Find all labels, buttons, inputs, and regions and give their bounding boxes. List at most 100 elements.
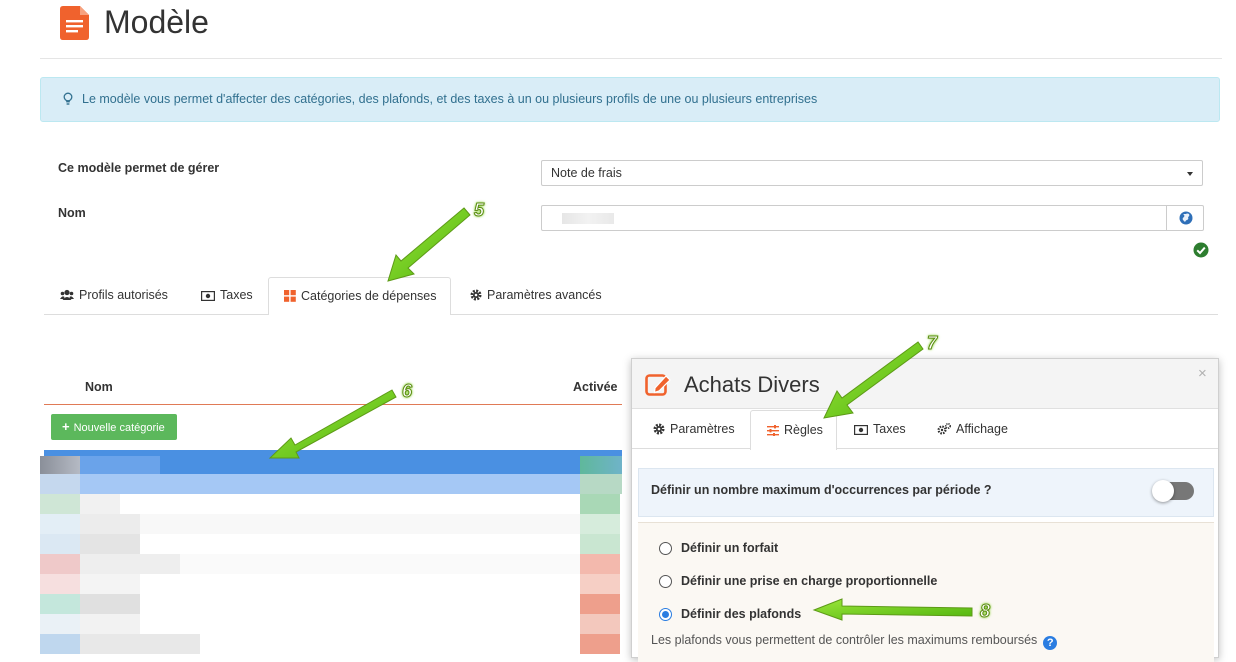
radio-proportionnelle[interactable]: Définir une prise en charge proportionne…: [659, 574, 937, 588]
radio-forfait[interactable]: Définir un forfait: [659, 541, 778, 555]
modal-tab-regles[interactable]: Règles: [750, 410, 837, 450]
annotation-marker-5: 5: [473, 200, 485, 221]
users-icon: [60, 289, 74, 300]
info-banner: Le modèle vous permet d'affecter des cat…: [40, 77, 1220, 122]
radio-label: Définir un forfait: [681, 541, 779, 555]
annotation-marker-7: 7: [926, 333, 938, 354]
modal-tab-taxes[interactable]: Taxes: [854, 422, 906, 436]
tab-label: Catégories de dépenses: [301, 289, 437, 303]
modal-tabs-divider: [632, 448, 1218, 449]
header-divider: [40, 58, 1222, 59]
blurred-cell: [40, 574, 80, 594]
blurred-cell: [80, 634, 200, 654]
check-circle-icon: [1193, 242, 1209, 258]
blurred-cell: [40, 494, 80, 514]
tab-label: Taxes: [220, 288, 253, 302]
category-modal: Achats Divers × Paramètres Règles Taxes …: [631, 358, 1219, 662]
gear-icon: [653, 423, 665, 435]
blurred-cell: [40, 456, 80, 474]
blurred-cell: [580, 554, 620, 574]
close-icon[interactable]: ×: [1198, 365, 1207, 382]
page-title: Modèle: [104, 4, 209, 40]
name-input[interactable]: [541, 205, 1167, 231]
radio-label: Définir une prise en charge proportionne…: [681, 574, 938, 588]
modal-tab-label: Affichage: [956, 422, 1008, 436]
blurred-cell: [40, 534, 80, 554]
blurred-cell: [40, 554, 80, 574]
occurrence-toggle[interactable]: [1152, 480, 1194, 502]
arrow-5: [387, 207, 471, 282]
tab-label: Paramètres avancés: [487, 288, 602, 302]
radio-label: Définir des plafonds: [681, 607, 802, 621]
blurred-cell: [80, 614, 140, 634]
sliders-icon: [767, 425, 779, 436]
blurred-cell: [40, 514, 80, 534]
caret-down-icon: [1187, 172, 1193, 176]
money-icon: [201, 291, 216, 302]
occurrence-label: Définir un nombre maximum d'occurrences …: [651, 483, 992, 497]
new-category-label: Nouvelle catégorie: [73, 422, 165, 434]
blurred-cell: [580, 494, 620, 514]
tab-profils-autorises[interactable]: Profils autorisés: [60, 288, 168, 324]
arrow-6: [268, 389, 397, 459]
blurred-cell: [580, 534, 620, 554]
table-row-selected[interactable]: [40, 450, 622, 474]
info-text: Le modèle vous permet d'affecter des cat…: [82, 92, 818, 106]
table-row[interactable]: [40, 474, 622, 494]
translate-button[interactable]: [1166, 205, 1204, 231]
occurrence-panel: Définir un nombre maximum d'occurrences …: [638, 468, 1214, 517]
document-icon: [60, 6, 89, 40]
blurred-cell: [80, 554, 180, 574]
tab-taxes[interactable]: Taxes: [201, 288, 253, 324]
globe-icon: [1179, 211, 1193, 225]
list-header-divider: [44, 404, 622, 405]
name-label: Nom: [58, 206, 86, 220]
grid-icon: [284, 290, 296, 302]
blurred-cell: [180, 554, 580, 574]
name-value-redacted: [562, 213, 614, 224]
column-header-active: Activée: [573, 380, 618, 394]
blurred-cell: [80, 594, 140, 614]
blurred-cell: [580, 456, 622, 474]
tab-categories-depenses[interactable]: Catégories de dépenses: [268, 277, 451, 315]
tab-label: Profils autorisés: [79, 288, 168, 302]
blurred-cell: [140, 514, 580, 534]
modal-tab-affichage[interactable]: Affichage: [937, 422, 1008, 436]
manage-label: Ce modèle permet de gérer: [58, 161, 220, 175]
plus-icon: +: [62, 419, 70, 434]
blurred-cell: [40, 614, 80, 634]
modal-header: Achats Divers ×: [632, 359, 1218, 409]
blurred-cell: [40, 594, 80, 614]
radio-unchecked-icon: [659, 542, 672, 555]
annotation-marker-6: 6: [401, 381, 413, 402]
money-icon: [854, 425, 869, 436]
radio-unchecked-icon: [659, 575, 672, 588]
type-select[interactable]: Note de frais: [541, 160, 1203, 186]
modal-tab-label: Règles: [784, 423, 823, 437]
modal-tab-label: Paramètres: [670, 422, 735, 436]
plafond-help-label: Les plafonds vous permettent de contrôle…: [651, 633, 1038, 647]
modal-tab-label: Taxes: [873, 422, 906, 436]
blurred-cell: [580, 614, 620, 634]
blurred-cell: [580, 594, 620, 614]
blurred-cell: [80, 534, 140, 554]
blurred-cell: [580, 634, 620, 654]
help-icon[interactable]: ?: [1043, 636, 1058, 650]
plafond-help-text: Les plafonds vous permettent de contrôle…: [651, 633, 1058, 650]
radio-plafonds[interactable]: Définir des plafonds: [659, 607, 801, 621]
modal-tab-parametres[interactable]: Paramètres: [653, 422, 735, 436]
tab-parametres-avances[interactable]: Paramètres avancés: [470, 288, 602, 324]
blurred-cell: [580, 474, 622, 494]
blurred-cell: [80, 456, 160, 474]
toggle-knob: [1152, 480, 1174, 502]
new-category-button[interactable]: + Nouvelle catégorie: [51, 414, 177, 440]
blurred-cell: [80, 494, 120, 514]
annotation-marker-8: 8: [979, 601, 991, 622]
type-select-value: Note de frais: [551, 166, 622, 180]
radio-checked-icon: [659, 608, 672, 621]
blurred-cell: [580, 514, 620, 534]
blurred-cell: [40, 634, 80, 654]
column-header-name: Nom: [85, 380, 113, 394]
modal-title: Achats Divers: [684, 372, 820, 397]
gear-icon: [470, 289, 482, 301]
